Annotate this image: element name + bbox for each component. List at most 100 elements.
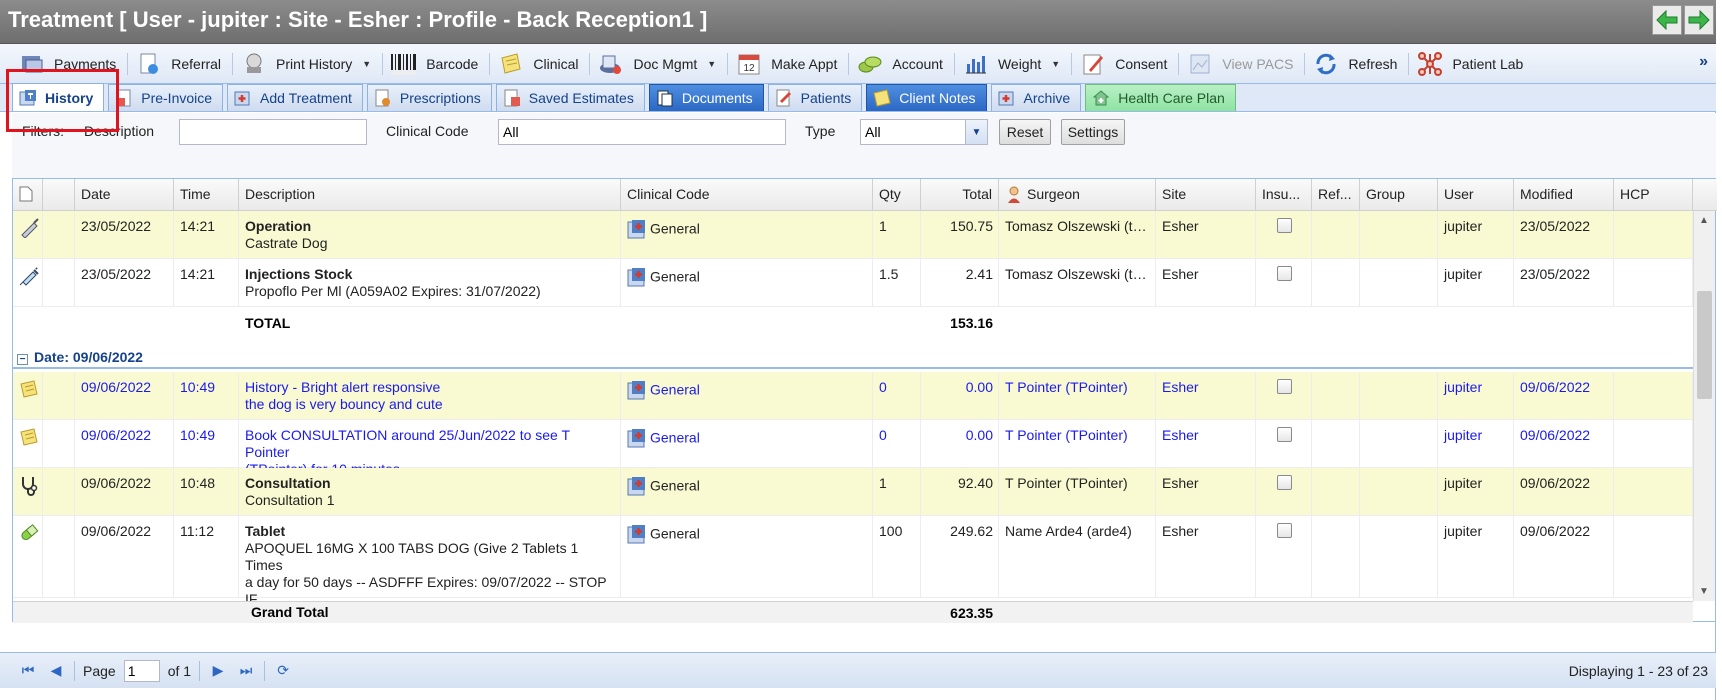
- user-cell: jupiter: [1444, 218, 1483, 234]
- col-insurance-header[interactable]: Insu...: [1256, 179, 1312, 211]
- table-row[interactable]: 09/06/2022 10:48 Consultation Consultation …: [13, 468, 1693, 516]
- column-divider: [1311, 372, 1312, 420]
- print-history-button[interactable]: Print History ▼: [236, 48, 379, 80]
- clinical-code-filter-input[interactable]: [498, 119, 786, 145]
- group-cell: [1360, 468, 1438, 475]
- forward-arrow-icon[interactable]: [1684, 5, 1714, 35]
- column-divider: [1437, 420, 1438, 468]
- type-label: Type: [805, 123, 836, 139]
- col-user-header[interactable]: User: [1438, 179, 1514, 211]
- col-qty-header[interactable]: Qty: [873, 179, 921, 211]
- reset-button[interactable]: Reset: [999, 119, 1051, 145]
- tab-prescriptions[interactable]: Prescriptions: [366, 84, 492, 111]
- prev-page-icon[interactable]: ◀: [46, 661, 66, 681]
- patient-lab-button[interactable]: Patient Lab: [1412, 48, 1531, 80]
- insurance-checkbox[interactable]: [1276, 379, 1292, 394]
- last-page-icon[interactable]: ⏭: [236, 661, 256, 681]
- payments-button[interactable]: Payments: [14, 48, 124, 80]
- tab-pre-invoice[interactable]: Pre-Invoice: [108, 84, 224, 111]
- date-group-header[interactable]: − Date: 09/06/2022: [13, 339, 1693, 369]
- collapse-toggle-icon[interactable]: −: [17, 354, 28, 365]
- tab-archive[interactable]: Archive: [990, 84, 1082, 111]
- make-appt-button[interactable]: 12 Make Appt: [731, 48, 845, 80]
- tab-documents[interactable]: Documents: [648, 84, 764, 111]
- total-cell: 0.00: [965, 379, 993, 395]
- column-divider: [1613, 468, 1614, 516]
- column-divider: [173, 372, 174, 420]
- col-modified-header[interactable]: Modified: [1514, 179, 1614, 211]
- insurance-checkbox[interactable]: [1276, 427, 1292, 442]
- table-row[interactable]: 09/06/2022 11:12 Tablet APOQUEL 16MG X 100 …: [13, 516, 1693, 601]
- description-filter-input[interactable]: [179, 119, 367, 145]
- clinical-code-label: General: [650, 525, 700, 542]
- back-arrow-icon[interactable]: [1652, 5, 1682, 35]
- col-surgeon-header[interactable]: Surgeon: [999, 179, 1156, 211]
- barcode-button[interactable]: Barcode: [386, 48, 486, 80]
- weight-button[interactable]: Weight ▼: [958, 48, 1068, 80]
- tab-health-care-plan[interactable]: Health Care Plan: [1085, 84, 1236, 111]
- surgeon-cell: T Pointer (TPointer): [1005, 379, 1128, 395]
- col-group-header[interactable]: Group: [1360, 179, 1438, 211]
- referral-button[interactable]: Referral: [131, 48, 229, 80]
- tab-add-treatment[interactable]: Add Treatment: [227, 84, 363, 111]
- site-cell: Esher: [1162, 218, 1199, 234]
- note-icon: [19, 428, 39, 450]
- scroll-down-icon[interactable]: ▼: [1699, 586, 1709, 597]
- table-row[interactable]: 23/05/2022 14:21 Injections Stock Propoflo …: [13, 259, 1693, 307]
- column-divider: [1359, 420, 1360, 468]
- col-referral-header[interactable]: Ref...: [1312, 179, 1360, 211]
- chevron-down-icon[interactable]: ▼: [965, 120, 987, 144]
- consent-button[interactable]: Consent: [1075, 48, 1175, 80]
- column-divider: [42, 211, 43, 259]
- col-time-header[interactable]: Time: [174, 179, 239, 211]
- doc-mgmt-button[interactable]: Doc Mgmt ▼: [593, 48, 724, 80]
- clinical-code-icon: [627, 525, 650, 544]
- col-flag-header[interactable]: [43, 179, 75, 211]
- time-cell: 14:21: [180, 266, 216, 282]
- table-row[interactable]: 23/05/2022 14:21 Operation Castrate Dog Gene…: [13, 211, 1693, 259]
- description-label: Description: [84, 123, 155, 139]
- table-row[interactable]: 09/06/2022 10:49 History - Bright alert re…: [13, 372, 1693, 420]
- tab-history[interactable]: History: [12, 83, 105, 111]
- insurance-checkbox[interactable]: [1276, 523, 1292, 538]
- column-divider: [920, 468, 921, 516]
- page-number-input[interactable]: [123, 659, 160, 682]
- col-hcp-header[interactable]: HCP: [1614, 179, 1693, 211]
- description-cell: Operation Castrate Dog: [239, 211, 621, 252]
- insurance-checkbox[interactable]: [1276, 266, 1292, 281]
- table-row[interactable]: 09/06/2022 10:49 Book CONSULTATION around …: [13, 420, 1693, 477]
- view-pacs-button[interactable]: View PACS: [1182, 48, 1301, 80]
- vertical-scrollbar[interactable]: ▲ ▼: [1693, 211, 1715, 601]
- row-flag-cell: [43, 211, 75, 218]
- toolbar-separator: [727, 52, 729, 75]
- referral-cell: [1312, 211, 1360, 218]
- toolbar-overflow-button[interactable]: »: [1699, 53, 1708, 71]
- clinical-button[interactable]: Clinical: [493, 48, 586, 80]
- col-clinical-code-header[interactable]: Clinical Code: [621, 179, 873, 211]
- insurance-checkbox[interactable]: [1276, 218, 1292, 233]
- column-divider: [1613, 259, 1614, 307]
- scrollbar-thumb[interactable]: [1697, 291, 1712, 399]
- tab-saved-estimates[interactable]: Saved Estimates: [495, 84, 645, 111]
- col-description-header[interactable]: Description: [239, 179, 621, 211]
- column-divider: [1513, 468, 1514, 516]
- next-page-icon[interactable]: ▶: [208, 661, 228, 681]
- col-site-header[interactable]: Site: [1156, 179, 1256, 211]
- settings-button[interactable]: Settings: [1061, 119, 1125, 145]
- first-page-icon[interactable]: ⏮: [18, 661, 38, 681]
- refresh-button[interactable]: Refresh: [1308, 48, 1405, 80]
- insurance-checkbox[interactable]: [1276, 475, 1292, 490]
- tab-patients[interactable]: Patients: [767, 84, 863, 111]
- client-notes-icon: [873, 89, 891, 107]
- column-divider: [1255, 372, 1256, 420]
- document-icon: [19, 186, 33, 202]
- scroll-up-icon[interactable]: ▲: [1699, 215, 1709, 226]
- account-button[interactable]: Account: [852, 48, 951, 80]
- col-date-header[interactable]: Date: [75, 179, 174, 211]
- clinical-code-icon: [627, 477, 650, 496]
- type-filter-select[interactable]: All ▼: [860, 119, 988, 145]
- col-doc-header[interactable]: [13, 179, 43, 211]
- pager-refresh-icon[interactable]: ⟳: [273, 661, 293, 681]
- tab-client-notes[interactable]: Client Notes: [866, 84, 987, 111]
- col-total-header[interactable]: Total: [921, 179, 999, 211]
